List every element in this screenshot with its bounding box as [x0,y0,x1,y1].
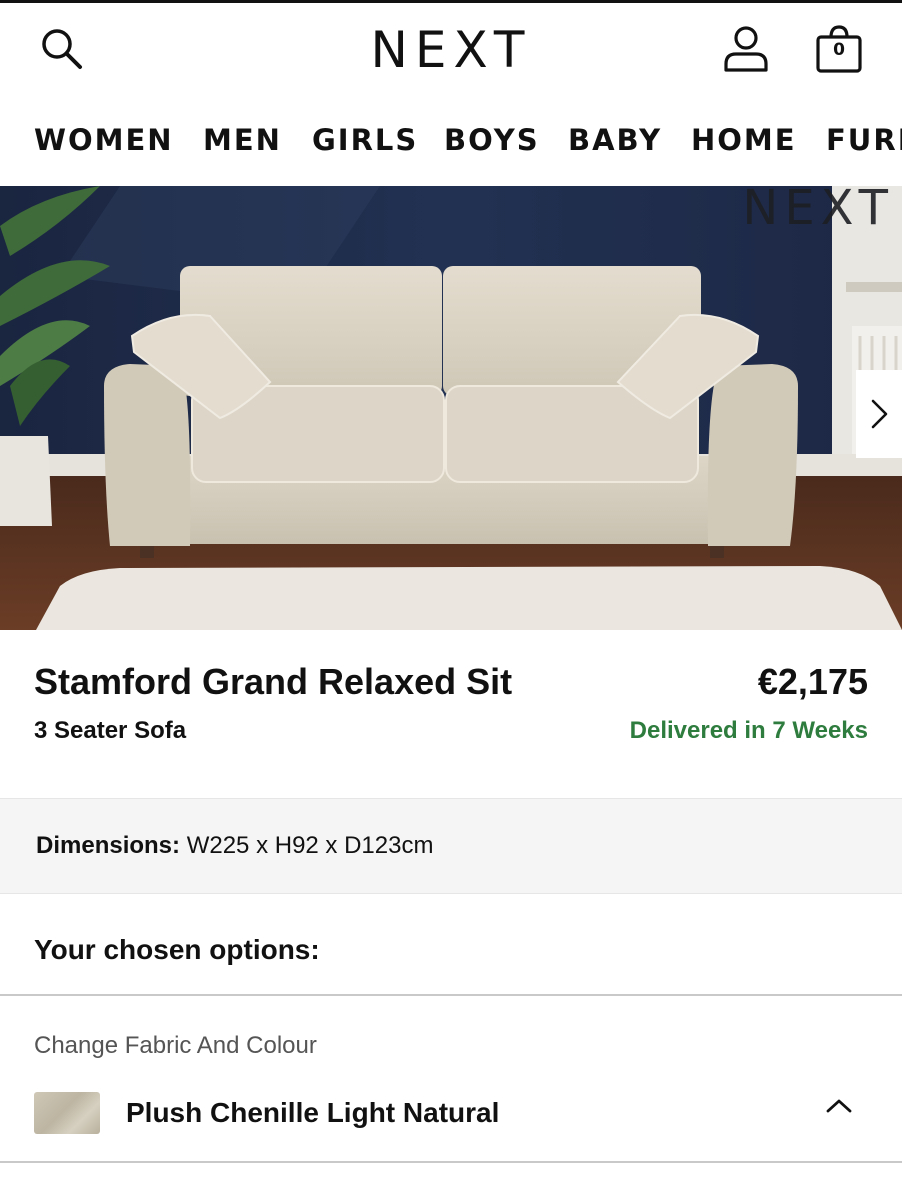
nav-item-home[interactable]: HOME [691,118,797,162]
chosen-options-heading: Your chosen options: [34,934,320,965]
delivery-estimate: Delivered in 7 Weeks [629,717,868,744]
fabric-option-label: Change Fabric And Colour [34,1032,317,1059]
sofa-product-image [0,186,902,630]
bag-count: 0 [833,40,845,60]
nav-item-men[interactable]: MEN [203,118,282,162]
chevron-up-icon [826,1099,852,1113]
search-icon [42,29,82,69]
brand-logo[interactable]: NEXT [300,19,602,81]
user-icon [724,26,768,72]
dimensions-panel: Dimensions: W225 x H92 x D123cm [0,798,902,894]
category-nav: WOMEN MEN GIRLS BOYS BABY HOME FURN [0,118,902,164]
chevron-right-icon [871,399,888,429]
nav-item-baby[interactable]: BABY [568,118,662,162]
site-header: NEXT 0 [0,3,902,98]
product-subtitle: 3 Seater Sofa [34,717,187,744]
nav-item-women[interactable]: WOMEN [34,118,174,162]
account-button[interactable] [716,21,776,77]
product-price: €2,175 [757,661,868,702]
product-title: Stamford Grand Relaxed Sit [34,661,513,702]
divider [0,994,902,996]
product-image-carousel[interactable]: NEXT [0,186,902,630]
nav-item-furniture[interactable]: FURN [826,118,902,162]
shopping-bag-button[interactable]: 0 [808,21,870,77]
image-watermark: NEXT [742,186,894,236]
dimensions-text: Dimensions: W225 x H92 x D123cm [36,831,433,861]
dimensions-label: Dimensions: [36,832,181,859]
divider [0,1161,902,1163]
search-button[interactable] [34,21,90,77]
dimensions-value: W225 x H92 x D123cm [180,832,434,859]
fabric-option-value[interactable]: Plush Chenille Light Natural [126,1096,499,1130]
nav-item-girls[interactable]: GIRLS [312,118,418,162]
collapse-fabric-options-button[interactable] [816,1088,862,1124]
fabric-swatch[interactable] [34,1092,100,1134]
nav-item-boys[interactable]: BOYS [444,118,540,162]
carousel-next-button[interactable] [856,370,902,458]
